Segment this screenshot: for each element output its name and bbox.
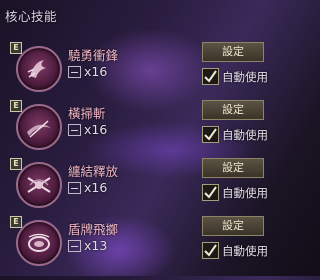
skill-row: E 橫掃斬 x16 設定 自動使用 [10,100,273,164]
skill-row: E 盾牌飛擲 x13 設定 自動使用 [10,216,273,280]
panel-title: 核心技能 [5,9,58,24]
checkmark-icon [204,128,217,141]
checkmark-icon [204,186,217,199]
tangle-release-icon[interactable] [16,162,62,208]
settings-button[interactable]: 設定 [202,100,264,120]
charge-icon[interactable] [16,46,62,92]
checkmark-icon [204,70,217,83]
skill-row: E 纏結釋放 x16 設定 自動使用 [10,158,273,222]
checkmark-icon [204,244,217,257]
skill-count: x16 [84,64,108,79]
rank-badge: E [10,42,22,54]
quantity-icon [68,66,81,78]
auto-use-checkbox[interactable] [202,68,219,85]
quantity-icon [68,182,81,194]
auto-use-checkbox[interactable] [202,184,219,201]
auto-use-label: 自動使用 [222,128,268,142]
auto-use-label: 自動使用 [222,186,268,200]
quantity-icon [68,124,81,136]
skill-count: x13 [84,238,108,253]
skill-row: E 驍勇衝鋒 x16 設定 自動使用 [10,42,273,106]
skill-count: x16 [84,180,108,195]
sweep-slash-icon[interactable] [16,104,62,150]
quantity-icon [68,240,81,252]
skill-name: 橫掃斬 [68,106,106,121]
rank-badge: E [10,100,22,112]
auto-use-label: 自動使用 [222,70,268,84]
skill-name: 驍勇衝鋒 [68,48,119,63]
settings-button[interactable]: 設定 [202,216,264,236]
settings-button[interactable]: 設定 [202,158,264,178]
skill-count: x16 [84,122,108,137]
auto-use-label: 自動使用 [222,244,268,258]
skill-name: 盾牌飛擲 [68,222,119,237]
rank-badge: E [10,158,22,170]
skill-name: 纏結釋放 [68,164,119,179]
auto-use-checkbox[interactable] [202,126,219,143]
rank-badge: E [10,216,22,228]
shield-throw-icon[interactable] [16,220,62,266]
settings-button[interactable]: 設定 [202,42,264,62]
auto-use-checkbox[interactable] [202,242,219,259]
